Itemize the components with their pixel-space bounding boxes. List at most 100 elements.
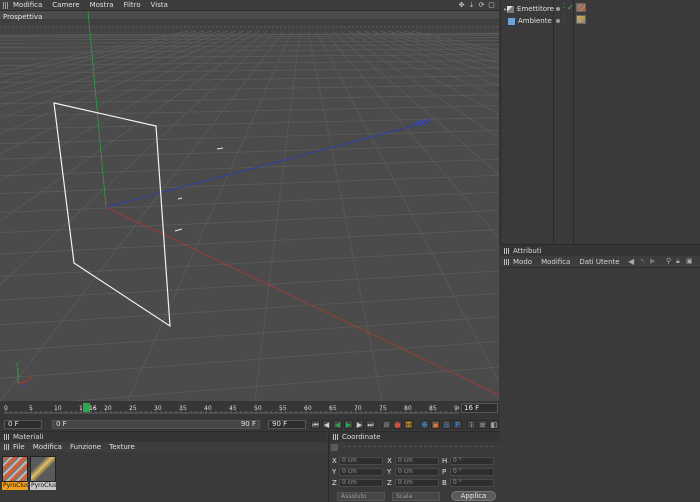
play-forward-icon[interactable]: ▶	[344, 420, 353, 429]
coord-row-y: Y 0 cm Y 0 cm P 0 °	[329, 468, 501, 478]
maximize-view-icon[interactable]: ▢	[488, 1, 495, 9]
menu-vista[interactable]: Vista	[151, 1, 168, 9]
record-icon[interactable]: ⊘	[382, 420, 391, 429]
position-key-icon[interactable]: ✥	[420, 420, 429, 429]
render-toggle-icon[interactable]	[556, 19, 560, 23]
materials-titlebar: Materiali	[0, 432, 327, 442]
menu-modifica[interactable]: Modifica	[541, 258, 570, 266]
material-swatch[interactable]: PyroClus	[2, 456, 28, 490]
start-frame-field[interactable]: 0 F	[4, 420, 42, 429]
timeline-tick-label: 16	[89, 405, 97, 412]
go-to-start-icon[interactable]: ⏮	[311, 420, 320, 429]
menu-mostra[interactable]: Mostra	[90, 1, 114, 9]
rotation-b-field[interactable]: 0 °	[450, 479, 494, 487]
back-arrow-icon[interactable]: ◀	[628, 257, 634, 266]
menu-camere[interactable]: Camere	[52, 1, 79, 9]
options-icon[interactable]	[331, 444, 338, 451]
timeline-tick-label: 55	[279, 405, 287, 412]
size-z-field[interactable]: 0 cm	[395, 479, 439, 487]
object-manager[interactable]: ▸ Emettitore Ambiente ⁚ ✓ ⁚	[500, 0, 700, 244]
apply-button[interactable]: Applica	[451, 491, 496, 501]
rotate-view-icon[interactable]: ⟳	[478, 1, 485, 9]
rotation-h-field[interactable]: 0 °	[450, 457, 494, 465]
scheme-icon[interactable]: ◧	[489, 420, 499, 429]
pla-key-icon[interactable]: ⁞	[467, 420, 476, 429]
autokey-icon[interactable]: ●	[393, 420, 402, 429]
move-view-icon[interactable]: ✥	[458, 1, 465, 9]
position-z-field[interactable]: 0 cm	[339, 479, 383, 487]
timeline-tick-label: 70	[354, 405, 362, 412]
viewport-nav-icons: ✥ ⇣ ⟳ ▢	[458, 1, 495, 9]
coordinates-manager[interactable]: Coordinate X 0 cm X 0 cm H 0 ° Y 0 cm Y …	[328, 431, 500, 502]
menu-file[interactable]: File	[13, 443, 25, 451]
menu-filtro[interactable]: Filtro	[124, 1, 141, 9]
object-row-emitter[interactable]: ▸ Emettitore	[504, 4, 554, 14]
go-to-end-icon[interactable]: ⏭	[366, 420, 375, 429]
attributes-panel[interactable]: Attributi Modo Modifica Dati Utente ◀ ↖ …	[500, 244, 700, 502]
visibility-dots-icon[interactable]: ⁚	[563, 3, 565, 10]
previous-key-icon[interactable]: ◀	[322, 420, 331, 429]
object-name[interactable]: Emettitore	[517, 5, 554, 13]
panel-title: Attributi	[513, 246, 542, 255]
rotation-p-field[interactable]: 0 °	[450, 468, 494, 476]
position-x-field[interactable]: 0 cm	[339, 457, 383, 465]
play-backward-icon[interactable]: ◀	[333, 420, 342, 429]
grip-icon[interactable]	[504, 247, 509, 254]
menu-modifica[interactable]: Modifica	[13, 1, 42, 9]
end-frame-field[interactable]: 90 F	[268, 420, 306, 429]
menu-modo[interactable]: Modo	[513, 258, 532, 266]
material-swatch[interactable]: PyroClus	[30, 456, 56, 490]
object-name[interactable]: Ambiente	[518, 17, 552, 25]
enabled-check-icon[interactable]: ✓	[567, 3, 574, 12]
scale-mode-select[interactable]: Scala	[392, 492, 440, 501]
material-label[interactable]: PyroClus	[30, 482, 56, 490]
lock-icon[interactable]: 🔒︎	[676, 257, 680, 266]
viewport[interactable]: Modifica Camere Mostra Filtro Vista ✥ ⇣ …	[0, 0, 499, 401]
menu-modifica[interactable]: Modifica	[33, 443, 62, 451]
rotation-key-icon[interactable]: ◎	[442, 420, 451, 429]
new-panel-icon[interactable]: ▣	[686, 257, 693, 265]
timeline-tick-label: 20	[104, 405, 112, 412]
timeline-tick-label: 85	[429, 405, 437, 412]
position-y-field[interactable]: 0 cm	[339, 468, 383, 476]
next-key-icon[interactable]: ▶	[355, 420, 364, 429]
grip-icon[interactable]	[333, 434, 338, 440]
material-tag-icon[interactable]	[576, 15, 586, 24]
frame-range-slider[interactable]: 0 F 90 F	[52, 420, 260, 429]
timeline-settings-icon[interactable]: ≡	[478, 420, 487, 429]
up-arrow-icon[interactable]: ↖	[640, 257, 646, 265]
coordinates-titlebar: Coordinate	[329, 432, 500, 442]
menu-texture[interactable]: Texture	[109, 443, 135, 451]
grip-icon[interactable]	[4, 444, 9, 450]
size-y-field[interactable]: 0 cm	[395, 468, 439, 476]
forward-arrow-icon[interactable]: ▶	[650, 257, 655, 265]
grip-icon[interactable]	[4, 434, 9, 440]
playhead[interactable]	[83, 403, 90, 412]
rotation-b-label: B	[442, 479, 447, 487]
render-toggle-icon[interactable]	[556, 7, 560, 11]
separator	[343, 446, 493, 447]
keyframe-selection-icon[interactable]: ⚿	[404, 420, 413, 429]
grip-icon[interactable]	[3, 1, 9, 9]
material-preview	[2, 456, 28, 482]
search-icon[interactable]: ⚲	[666, 257, 671, 265]
timeline[interactable]: 05101516202530354045505560657075808590	[0, 401, 499, 419]
scale-key-icon[interactable]: ▣	[431, 420, 440, 429]
om-column-divider	[573, 0, 574, 244]
material-manager[interactable]: Materiali File Modifica Funzione Texture…	[0, 431, 327, 502]
menu-dati-utente[interactable]: Dati Utente	[579, 258, 619, 266]
visibility-dots-icon[interactable]: ⁚	[563, 15, 565, 22]
param-key-icon[interactable]: P	[453, 420, 462, 429]
object-row-environment[interactable]: Ambiente	[508, 16, 552, 26]
zoom-view-icon[interactable]: ⇣	[468, 1, 475, 9]
grip-icon[interactable]	[504, 258, 509, 265]
rotation-h-label: H	[442, 457, 448, 465]
timeline-ruler[interactable]: 05101516202530354045505560657075808590	[4, 402, 459, 416]
current-frame-field[interactable]: 16 F	[461, 403, 498, 413]
coordinate-mode-select[interactable]: Assoluto	[337, 492, 385, 501]
scene-canvas[interactable]: Y X Z	[0, 11, 499, 401]
material-tag-icon[interactable]	[576, 3, 586, 12]
size-x-field[interactable]: 0 cm	[395, 457, 439, 465]
menu-funzione[interactable]: Funzione	[70, 443, 101, 451]
material-label[interactable]: PyroClus	[2, 482, 28, 490]
